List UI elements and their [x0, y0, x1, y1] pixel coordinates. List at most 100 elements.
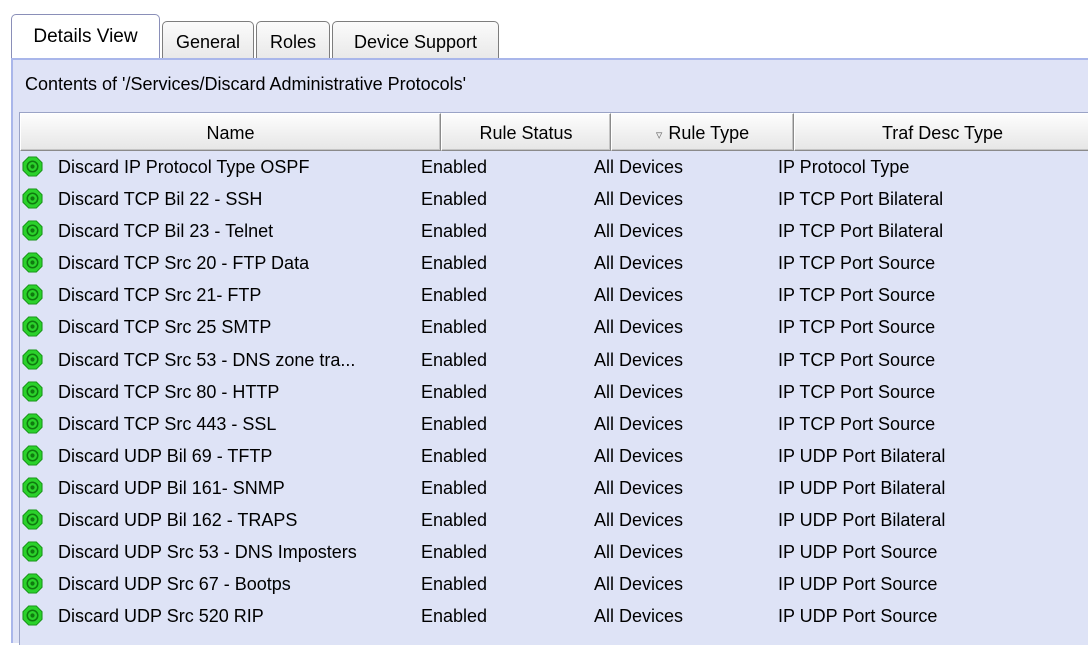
cell-rule-type: All Devices	[594, 413, 684, 434]
cell-rule-type: All Devices	[594, 157, 684, 177]
cell-name: Discard UDP Bil 69 - TFTP	[58, 445, 273, 466]
table-row[interactable]: Discard TCP Bil 23 - Telnet Enabled All De…	[20, 215, 1088, 247]
tab-roles[interactable]: Roles	[256, 21, 330, 58]
cell-status: Enabled	[421, 221, 488, 242]
column-header-label: Name	[206, 123, 255, 143]
column-header-name[interactable]: Name	[20, 113, 441, 151]
cell-name: Discard TCP Src 80 - HTTP	[58, 381, 280, 402]
green-status-icon	[22, 509, 43, 530]
green-status-icon	[22, 381, 43, 402]
cell-name: Discard TCP Src 20 - FTP Data	[58, 253, 310, 274]
cell-name: Discard TCP Bil 23 - Telnet	[58, 221, 274, 242]
cell-name: Discard UDP Src 520 RIP	[58, 606, 264, 627]
table-row[interactable]: Discard TCP Src 53 - DNS zone tra... Enab…	[20, 344, 1088, 376]
table-row[interactable]: Discard TCP Src 21- FTP Enabled All Device…	[20, 279, 1088, 311]
green-status-icon	[22, 477, 43, 498]
cell-traf-desc-type: IP UDP Port Bilateral	[778, 477, 946, 498]
tab-details-view[interactable]: Details View	[11, 14, 160, 58]
table-row[interactable]: Discard UDP Src 520 RIP Enabled All Device…	[20, 600, 1088, 632]
tab-general[interactable]: General	[162, 21, 254, 58]
column-header-traf-desc-type[interactable]: Traf Desc Type	[794, 113, 1088, 151]
cell-name: Discard UDP Bil 162 - TRAPS	[58, 510, 298, 531]
cell-status: Enabled	[421, 606, 488, 627]
cell-status: Enabled	[421, 510, 488, 531]
cell-rule-type: All Devices	[594, 574, 684, 595]
column-header-rule-type[interactable]: ▿ Rule Type	[611, 113, 794, 151]
column-header-label: Rule Type	[668, 123, 750, 143]
column-header-rule-status[interactable]: Rule Status	[441, 113, 611, 151]
table-row[interactable]: Discard TCP Src 20 - FTP Data Enabled All …	[20, 247, 1088, 279]
green-status-icon	[22, 220, 43, 241]
cell-traf-desc-type: IP UDP Port Source	[778, 574, 938, 595]
cell-status: Enabled	[421, 349, 488, 370]
cell-traf-desc-type: IP TCP Port Source	[778, 317, 936, 338]
cell-status: Enabled	[421, 413, 488, 434]
cell-traf-desc-type: IP TCP Port Source	[778, 349, 936, 370]
table-row[interactable]: Discard TCP Src 80 - HTTP Enabled All Devi…	[20, 376, 1088, 408]
services-table: Name Rule Status ▿ Rule Type Traf Desc Ty…	[19, 112, 1088, 645]
green-status-icon	[22, 349, 43, 370]
cell-status: Enabled	[421, 157, 488, 177]
cell-status: Enabled	[421, 253, 488, 274]
table-row[interactable]: Discard TCP Src 25 SMTP Enabled All Device…	[20, 311, 1088, 343]
table-row[interactable]: Discard TCP Src 443 - SSL Enabled All Devi…	[20, 408, 1088, 440]
filter-icon: ▿	[655, 127, 663, 142]
cell-rule-type: All Devices	[594, 349, 684, 370]
cell-traf-desc-type: IP TCP Port Source	[778, 253, 936, 274]
cell-traf-desc-type: IP UDP Port Source	[778, 542, 938, 563]
table-row[interactable]: Discard UDP Src 67 - Bootps Enabled All De…	[20, 568, 1088, 600]
details-panel: Contents of '/Services/Discard Administr…	[11, 58, 1088, 645]
green-status-icon	[22, 156, 43, 177]
table-row[interactable]: Discard TCP Bil 22 - SSH Enabled All Devic…	[20, 183, 1088, 215]
cell-name: Discard IP Protocol Type OSPF	[58, 157, 310, 177]
green-status-icon	[22, 284, 43, 305]
green-status-icon	[22, 445, 43, 466]
cell-name: Discard TCP Bil 22 - SSH	[58, 189, 263, 210]
cell-status: Enabled	[421, 445, 488, 466]
cell-traf-desc-type: IP TCP Port Source	[778, 285, 936, 306]
cell-rule-type: All Devices	[594, 606, 684, 627]
cell-traf-desc-type: IP Protocol Type	[778, 157, 910, 177]
cell-rule-type: All Devices	[594, 317, 684, 338]
green-status-icon	[22, 252, 43, 273]
cell-rule-type: All Devices	[594, 381, 684, 402]
table-row[interactable]: Discard UDP Bil 69 - TFTP Enabled All Devi…	[20, 440, 1088, 472]
cell-rule-type: All Devices	[594, 445, 684, 466]
cell-traf-desc-type: IP UDP Port Source	[778, 606, 938, 627]
table-row[interactable]: Discard UDP Src 53 - DNS Imposters Enable…	[20, 536, 1088, 568]
green-status-icon	[22, 605, 43, 626]
cell-traf-desc-type: IP TCP Port Source	[778, 381, 936, 402]
table-row[interactable]: Discard UDP Bil 161- SNMP Enabled All Devi…	[20, 472, 1088, 504]
cell-status: Enabled	[421, 285, 488, 306]
cell-rule-type: All Devices	[594, 477, 684, 498]
table-row[interactable]: Discard UDP Bil 162 - TRAPS Enabled All De…	[20, 504, 1088, 536]
table-body: Discard IP Protocol Type OSPF Enabled All …	[20, 151, 1088, 632]
green-status-icon	[22, 541, 43, 562]
cell-rule-type: All Devices	[594, 285, 684, 306]
cell-status: Enabled	[421, 477, 488, 498]
column-header-label: Rule Status	[479, 123, 573, 143]
table-header: Name Rule Status ▿ Rule Type Traf Desc Ty…	[20, 113, 1088, 151]
green-status-icon	[22, 573, 43, 594]
tab-bar: Details View General Roles Device Suppor…	[0, 0, 1088, 58]
cell-traf-desc-type: IP TCP Port Bilateral	[778, 189, 944, 210]
table-row[interactable]: Discard IP Protocol Type OSPF Enabled All …	[20, 151, 1088, 183]
cell-name: Discard TCP Src 25 SMTP	[58, 317, 272, 338]
cell-rule-type: All Devices	[594, 542, 684, 563]
contents-path-label: Contents of '/Services/Discard Administr…	[25, 74, 467, 94]
cell-status: Enabled	[421, 542, 488, 563]
cell-traf-desc-type: IP TCP Port Bilateral	[778, 221, 944, 242]
cell-rule-type: All Devices	[594, 253, 684, 274]
cell-name: Discard TCP Src 21- FTP	[58, 285, 262, 306]
tab-device-support[interactable]: Device Support	[332, 21, 499, 58]
cell-status: Enabled	[421, 317, 488, 338]
cell-name: Discard UDP Src 53 - DNS Imposters	[58, 542, 357, 563]
cell-rule-type: All Devices	[594, 510, 684, 531]
column-header-label: Traf Desc Type	[881, 123, 1004, 143]
green-status-icon	[22, 316, 43, 337]
cell-rule-type: All Devices	[594, 221, 684, 242]
cell-name: Discard UDP Bil 161- SNMP	[58, 477, 285, 498]
cell-name: Discard UDP Src 67 - Bootps	[58, 574, 291, 595]
cell-traf-desc-type: IP UDP Port Bilateral	[778, 510, 946, 531]
cell-name: Discard TCP Src 53 - DNS zone tra...	[58, 349, 356, 370]
